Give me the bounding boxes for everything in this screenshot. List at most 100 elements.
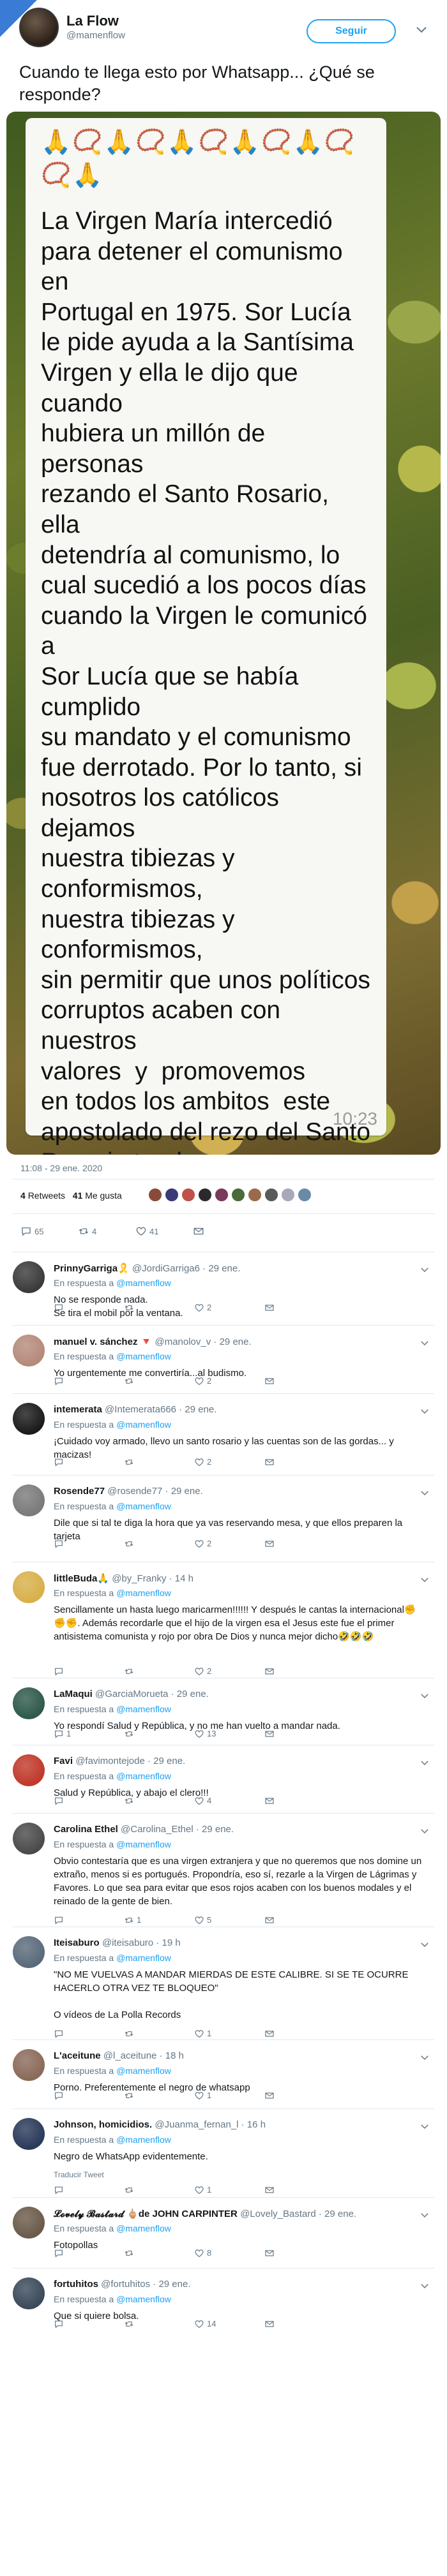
follow-button[interactable]: Seguir	[307, 19, 396, 43]
reply-author-handle[interactable]: @Intemerata666	[105, 1404, 176, 1415]
retweet-button[interactable]	[124, 2247, 137, 2261]
liker-avatar[interactable]	[248, 1188, 262, 1202]
message-button[interactable]	[264, 1456, 275, 1470]
reply-avatar[interactable]	[13, 1754, 45, 1786]
retweet-button[interactable]	[124, 1456, 137, 1470]
reply-author-name[interactable]: L'aceitune	[54, 2050, 101, 2061]
reply-author-name[interactable]: LaMaqui	[54, 1689, 93, 1699]
mention-link[interactable]: @mamenflow	[116, 2223, 171, 2233]
retweet-button[interactable]	[124, 2184, 137, 2198]
reply-date[interactable]: 29 ene.	[177, 1689, 209, 1699]
reply-button[interactable]	[54, 1538, 66, 1552]
reply-avatar[interactable]	[13, 1571, 45, 1603]
reply-author-name[interactable]: Iteisaburo	[54, 1937, 100, 1948]
reply-avatar[interactable]	[13, 1484, 45, 1516]
like-button[interactable]: 41	[135, 1225, 158, 1240]
tweet-image[interactable]: 🙏📿🙏📿🙏📿🙏📿🙏📿 📿🙏 La Virgen María intercedió…	[6, 112, 441, 1155]
chevron-down-icon[interactable]	[414, 22, 429, 37]
liker-avatar[interactable]	[215, 1188, 229, 1202]
reply-author-handle[interactable]: @fortuhitos	[101, 2279, 150, 2290]
reply-avatar[interactable]	[13, 2049, 45, 2081]
reply-button[interactable]	[54, 2318, 66, 2332]
chevron-down-icon[interactable]	[419, 1337, 430, 1349]
like-button[interactable]: 2	[194, 1375, 211, 1389]
message-button[interactable]	[264, 2247, 275, 2261]
chevron-down-icon[interactable]	[419, 2121, 430, 2132]
reply-avatar[interactable]	[13, 1823, 45, 1854]
reply-date[interactable]: 29 ene.	[208, 1263, 240, 1274]
reply-avatar[interactable]	[13, 1335, 45, 1366]
mention-link[interactable]: @mamenflow	[116, 1704, 171, 1714]
reply-avatar[interactable]	[13, 2118, 45, 2150]
likes-label[interactable]: Me gusta	[85, 1190, 122, 1201]
retweet-button[interactable]	[124, 1728, 137, 1742]
chevron-down-icon[interactable]	[419, 2280, 430, 2291]
message-button[interactable]	[193, 1225, 204, 1240]
reply-date[interactable]: 16 h	[247, 2119, 266, 2130]
author-name[interactable]: La Flow	[66, 13, 119, 29]
chevron-down-icon[interactable]	[419, 1487, 430, 1499]
reply-author-handle[interactable]: @rosende77	[107, 1486, 162, 1497]
reply-date[interactable]: 29 ene.	[153, 1756, 185, 1766]
chevron-down-icon[interactable]	[419, 1574, 430, 1585]
retweet-button[interactable]	[124, 1538, 137, 1552]
reply-author-name[interactable]: Rosende77	[54, 1486, 105, 1497]
retweet-button[interactable]	[124, 1795, 137, 1809]
reply-author-name[interactable]: littleBuda🙏	[54, 1573, 109, 1584]
reply-author-name[interactable]: PrinnyGarriga🎗️	[54, 1263, 130, 1274]
like-button[interactable]: 14	[194, 2318, 216, 2332]
retweets-label[interactable]: Retweets	[28, 1190, 65, 1201]
reply-button[interactable]	[54, 2090, 66, 2104]
chevron-down-icon[interactable]	[419, 1825, 430, 1837]
reply-avatar[interactable]	[13, 1261, 45, 1293]
like-button[interactable]: 4	[194, 1795, 211, 1809]
reply-avatar[interactable]	[13, 1936, 45, 1968]
mention-link[interactable]: @mamenflow	[116, 1351, 171, 1361]
mention-link[interactable]: @mamenflow	[116, 1771, 171, 1781]
reply-author-name[interactable]: Carolina Ethel	[54, 1824, 118, 1835]
like-button[interactable]: 2	[194, 1302, 211, 1316]
mention-link[interactable]: @mamenflow	[116, 1839, 171, 1849]
reply-date[interactable]: 29 ene.	[202, 1824, 234, 1835]
like-total[interactable]: 41	[73, 1190, 83, 1201]
reply-button[interactable]	[54, 1302, 66, 1316]
like-button[interactable]: 2	[194, 1456, 211, 1470]
reply-author-handle[interactable]: @GarciaMorueta	[95, 1689, 168, 1699]
liker-avatar[interactable]	[281, 1188, 295, 1202]
reply-date[interactable]: 29 ene.	[171, 1486, 203, 1497]
retweet-button[interactable]	[124, 2090, 137, 2104]
reply-author-handle[interactable]: @Carolina_Ethel	[121, 1824, 193, 1835]
message-button[interactable]	[264, 2318, 275, 2332]
message-button[interactable]	[264, 1728, 275, 1742]
mention-link[interactable]: @mamenflow	[116, 2294, 171, 2304]
chevron-down-icon[interactable]	[419, 1264, 430, 1275]
chevron-down-icon[interactable]	[419, 1405, 430, 1417]
retweet-button[interactable]	[124, 1375, 137, 1389]
reply-author-handle[interactable]: @by_Franky	[112, 1573, 166, 1584]
like-button[interactable]: 8	[194, 2247, 211, 2261]
message-button[interactable]	[264, 2090, 275, 2104]
mention-link[interactable]: @mamenflow	[116, 1419, 171, 1430]
like-button[interactable]: 1	[194, 2090, 211, 2104]
reply-author-name[interactable]: Johnson, homicidios.	[54, 2119, 152, 2130]
reply-author-name[interactable]: Favi	[54, 1756, 73, 1766]
chevron-down-icon[interactable]	[419, 1757, 430, 1768]
like-button[interactable]: 13	[194, 1728, 216, 1742]
like-button[interactable]: 2	[194, 1538, 211, 1552]
liker-avatar[interactable]	[165, 1188, 179, 1202]
mention-link[interactable]: @mamenflow	[116, 1278, 171, 1288]
liker-avatar[interactable]	[264, 1188, 278, 1202]
message-button[interactable]	[264, 1795, 275, 1809]
reply-author-name[interactable]: 𝓛𝓸𝓿𝓮𝓵𝔂 𝓑𝓪𝓼𝓽𝓪𝓻𝓭 🖕🏼de JOHN CARPINTER	[54, 2209, 238, 2219]
reply-button[interactable]	[54, 1375, 66, 1389]
reply-button[interactable]	[54, 2184, 66, 2198]
reply-date[interactable]: 29 ene.	[324, 2209, 356, 2219]
mention-link[interactable]: @mamenflow	[116, 2066, 171, 2076]
message-button[interactable]	[264, 1302, 275, 1316]
reply-button[interactable]: 65	[20, 1225, 43, 1240]
reply-author-handle[interactable]: @favimontejode	[75, 1756, 145, 1766]
reply-avatar[interactable]	[13, 1687, 45, 1719]
reply-date[interactable]: 14 h	[175, 1573, 193, 1584]
reply-author-handle[interactable]: @manolov_v	[155, 1336, 211, 1347]
reply-avatar[interactable]	[13, 1403, 45, 1435]
